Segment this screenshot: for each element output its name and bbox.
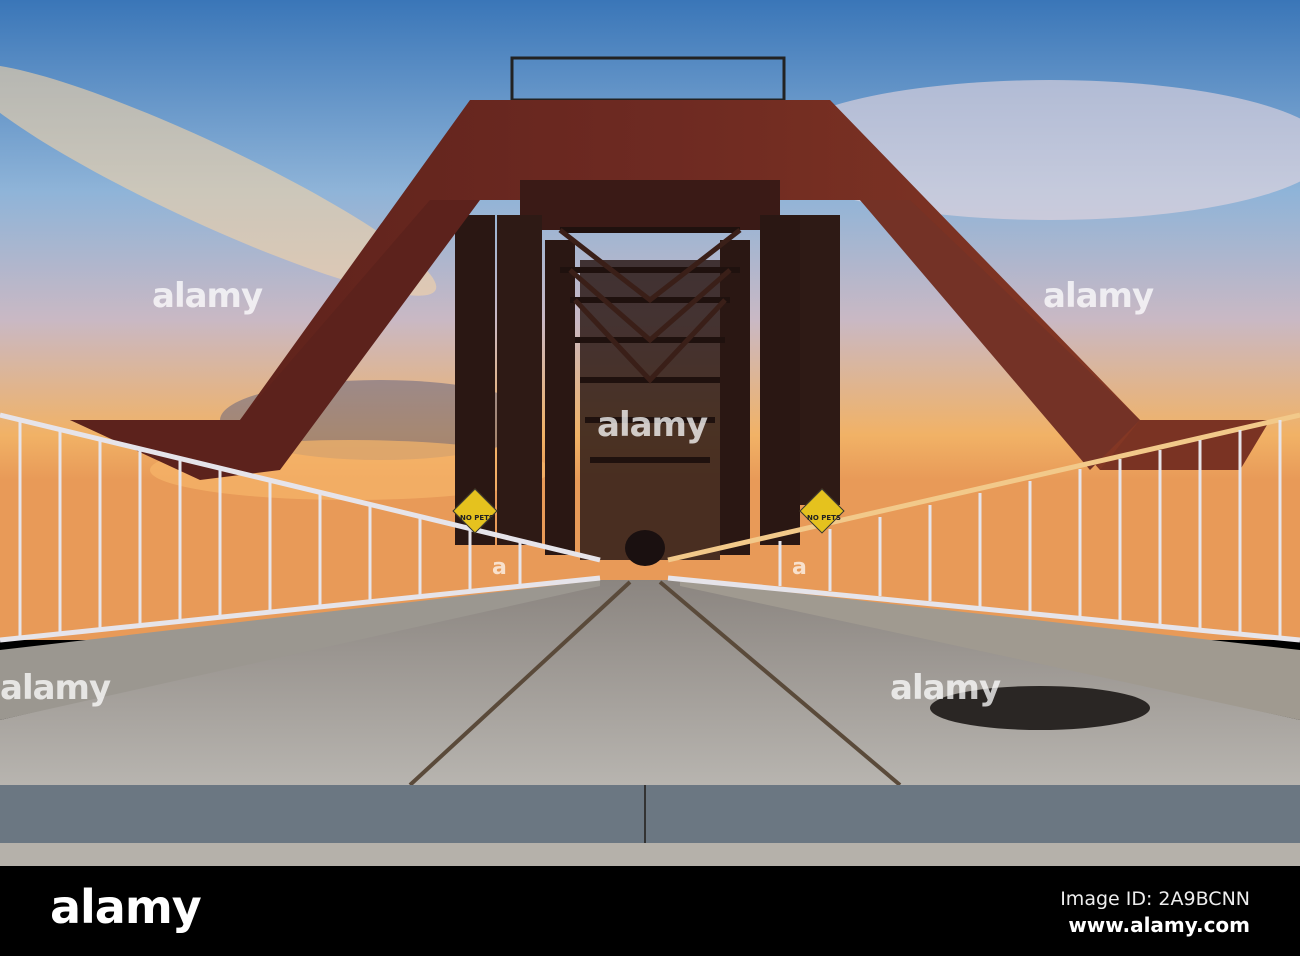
- watermark: alamy: [597, 405, 708, 445]
- watermark-letter: a: [792, 555, 807, 580]
- site-url: www.alamy.com: [1068, 913, 1250, 937]
- no-pets-sign-text: NO PETS: [807, 514, 841, 522]
- image-id: Image ID: 2A9BCNN: [1060, 888, 1250, 910]
- watermark: alamy: [0, 668, 111, 708]
- alamy-logo: alamy: [50, 880, 202, 934]
- watermark: alamy: [152, 276, 263, 316]
- watermark-letter: a: [492, 555, 507, 580]
- no-pets-sign-text: NO PETS: [460, 514, 494, 522]
- watermark: alamy: [1043, 276, 1154, 316]
- watermark: alamy: [890, 668, 1001, 708]
- footer-bar: alamy Image ID: 2A9BCNN www.alamy.com: [0, 866, 1300, 956]
